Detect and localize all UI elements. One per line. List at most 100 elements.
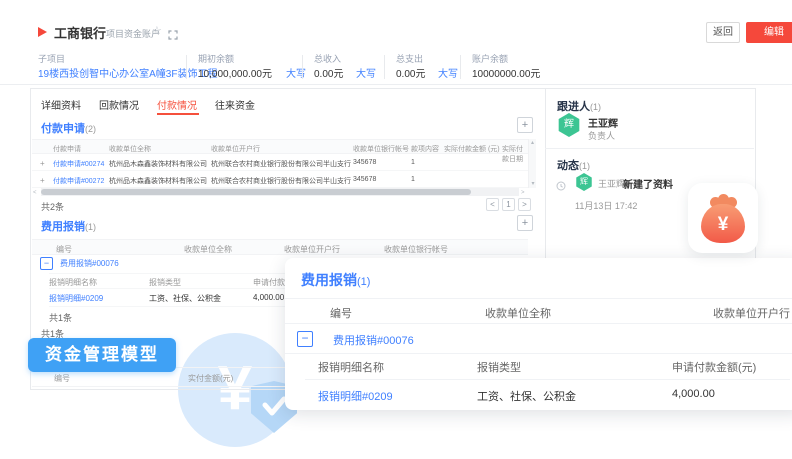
divider [545, 148, 754, 149]
feed-action: 新建了资料 [623, 176, 673, 191]
cell-bank: 杭州联合农村商业银行股份有限公司半山支行 [211, 176, 351, 186]
detail-link[interactable]: 报销明细#0209 [318, 388, 393, 404]
active-tab-underline [157, 113, 199, 115]
field-label: 子项目 [38, 52, 65, 65]
add-payment-button[interactable]: + [517, 117, 533, 133]
overlay-count: (1) [357, 276, 370, 288]
follower-title-text: 跟进人 [557, 101, 590, 113]
payment-request-link[interactable]: 付款申请#00274 [53, 159, 104, 169]
table-row: + 付款申请#00274 杭州品木森鑫装饰材料有限公司 杭州联合农村商业银行股份… [32, 154, 528, 171]
edit-button[interactable]: 编辑 [746, 22, 792, 43]
field-label: 期初余额 [198, 52, 234, 65]
detail-type: 工资、社保、公积金 [477, 388, 576, 404]
overlay-detail-header: 报销明细名称 报销类型 申请付款金额(元) [305, 354, 790, 380]
activity-title-text: 动态 [557, 160, 579, 172]
overlay-detail-row: 报销明细#0209 工资、社保、公积金 4,000.00 [305, 380, 790, 410]
col-header: 编号 [54, 373, 70, 384]
uppercase-link[interactable]: 大写 [286, 65, 306, 80]
scroll-right-icon[interactable]: > [521, 189, 525, 197]
cell-content: 1 [411, 159, 415, 166]
follower-count: (1) [590, 102, 601, 112]
col-header: 收款单位银行帐号 [353, 144, 409, 154]
expense-link[interactable]: 费用报销#00076 [333, 332, 414, 348]
scroll-up-icon[interactable]: ▴ [529, 139, 536, 147]
topbar: 工商银行 项目资金账户 ☆ 返回 编辑 [0, 18, 792, 48]
section-title-text: 费用报销 [41, 221, 85, 233]
section-title-text: 付款申请 [41, 123, 85, 135]
brand-arrow-icon [38, 27, 47, 37]
cell-content: 1 [411, 176, 415, 183]
col-header: 收款单位全称 [184, 244, 232, 255]
col-header: 款项内容 [411, 144, 439, 154]
follower-role: 负责人 [588, 129, 615, 142]
field-value: 10,000,000.00元 [198, 65, 272, 80]
detail-link[interactable]: 报销明细#0209 [49, 293, 103, 304]
collapse-row-icon[interactable]: − [297, 331, 313, 347]
col-header: 实际付款金额 (元) [444, 144, 500, 154]
col-header: 收款单位全称 [485, 305, 551, 321]
page-next-button[interactable]: > [518, 198, 531, 211]
avatar: 辉 [557, 113, 581, 137]
payment-request-link[interactable]: 付款申请#00272 [53, 176, 104, 186]
field-value: 0.00元 [396, 65, 425, 80]
detail-total-count: 共1条 [49, 311, 72, 324]
money-bag-icon: ¥ [701, 204, 745, 243]
add-expense-button[interactable]: + [517, 215, 533, 231]
vertical-scrollbar[interactable]: ▴ ▾ [528, 139, 536, 188]
col-header: 收款单位开户行 [713, 305, 790, 321]
collapse-row-icon[interactable]: − [40, 257, 53, 270]
avatar: 辉 [575, 173, 593, 191]
field-value: 10000000.00元 [472, 65, 540, 80]
tab-detail[interactable]: 详细资料 [41, 97, 81, 112]
cell-account: 345678 [353, 176, 376, 183]
field-value: 0.00元 [314, 65, 343, 80]
section-count: (2) [85, 124, 96, 134]
payment-table-header: 付款申请 收款单位全称 收款单位开户行 收款单位银行帐号 款项内容 实际付款金额… [32, 139, 528, 154]
page: ¥ 工商银行 项目资金账户 ☆ 返回 编辑 子项目 19楼西投创智中心办公室A幢… [0, 0, 792, 459]
expense-zoom-card: 费用报销(1) 编号 收款单位全称 收款单位开户行 − 费用报销#00076 报… [285, 258, 792, 410]
col-header: 实付金额(元) [188, 373, 233, 384]
back-button[interactable]: 返回 [706, 22, 740, 43]
subproject-link[interactable]: 19楼西投创智中心办公室A幢3F装饰工程 [38, 65, 217, 80]
section-count: (1) [85, 222, 96, 232]
cell-bank: 杭州联合农村商业银行股份有限公司半山支行 [211, 159, 351, 169]
expense-link[interactable]: 费用报销#00076 [60, 258, 119, 269]
cell-company: 杭州品木森鑫装饰材料有限公司 [109, 176, 207, 186]
col-header: 收款单位银行帐号 [384, 244, 448, 255]
overlay-table-header: 编号 收款单位全称 收款单位开户行 [285, 298, 792, 324]
cell-account: 345678 [353, 159, 376, 166]
feed-user: 王亚辉 [598, 177, 625, 190]
fullscreen-icon[interactable] [168, 27, 178, 45]
col-header: 收款单位全称 [109, 144, 151, 154]
tab-payment-active[interactable]: 付款情况 [157, 97, 197, 112]
model-badge: 资金管理模型 [28, 338, 176, 372]
uppercase-link[interactable]: 大写 [438, 65, 458, 80]
follower-name[interactable]: 王亚辉 [588, 115, 618, 130]
scroll-left-icon[interactable]: < [33, 189, 37, 197]
favorite-star-icon[interactable]: ☆ [152, 24, 162, 37]
scrollbar-thumb[interactable] [41, 189, 471, 195]
col-header: 报销类型 [477, 359, 521, 375]
expand-row-icon[interactable]: + [40, 176, 45, 185]
field-label: 总支出 [396, 52, 423, 65]
detail-amount: 4,000.00 [672, 388, 715, 400]
summary-strip: 子项目 19楼西投创智中心办公室A幢3F装饰工程 期初余额 10,000,000… [0, 48, 792, 85]
payment-section-title: 付款申请(2) [41, 120, 96, 136]
expand-row-icon[interactable]: + [40, 159, 45, 168]
uppercase-link[interactable]: 大写 [356, 65, 376, 80]
col-header: 付款申请 [53, 144, 81, 154]
tab-funds[interactable]: 往来资金 [215, 97, 255, 112]
field-label: 账户余额 [472, 52, 508, 65]
scroll-down-icon[interactable]: ▾ [529, 180, 537, 188]
expense-table-header: 编号 收款单位全称 收款单位开户行 收款单位银行帐号 [32, 239, 528, 255]
horizontal-scrollbar[interactable] [41, 188, 519, 196]
page-number[interactable]: 1 [502, 198, 515, 211]
tab-collection[interactable]: 回款情况 [99, 97, 139, 112]
activity-title: 动态(1) [557, 157, 590, 173]
detail-type: 工资、社保、公积金 [149, 293, 221, 304]
divider [460, 55, 461, 79]
activity-count: (1) [579, 161, 590, 171]
page-prev-button[interactable]: < [486, 198, 499, 211]
overlay-row: − 费用报销#00076 [285, 324, 792, 354]
money-bag-card: ¥ [688, 183, 758, 253]
